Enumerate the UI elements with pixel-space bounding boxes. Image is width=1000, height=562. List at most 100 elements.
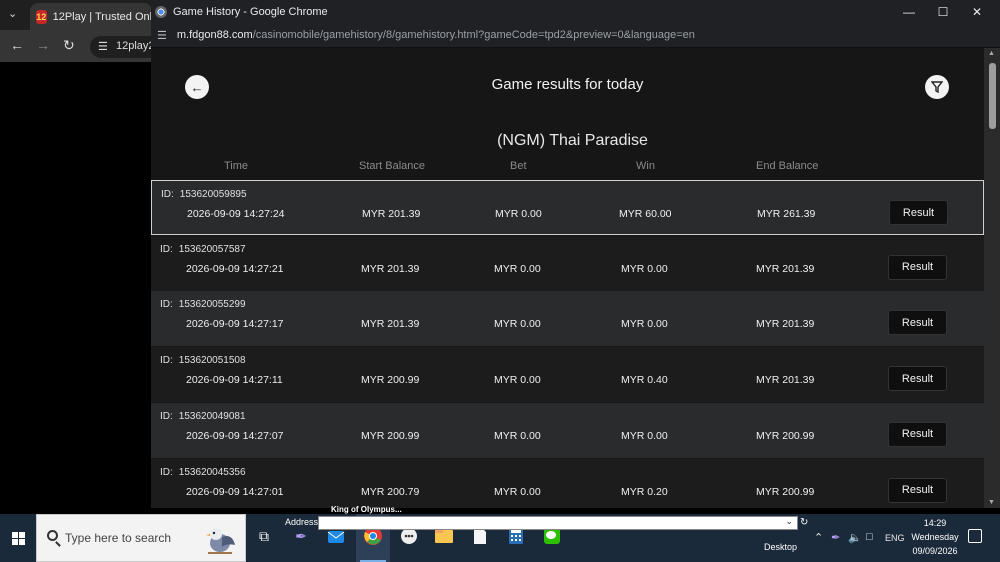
filter-icon[interactable] bbox=[925, 75, 949, 99]
taskbar: Type here to search ⧉ ✒ Address ⌄ ↻ Desk… bbox=[0, 514, 1000, 562]
forward-arrow-icon[interactable]: → bbox=[36, 37, 50, 53]
address-go-icon[interactable]: ↻ bbox=[800, 517, 808, 528]
maximize-icon[interactable]: ☐ bbox=[926, 0, 960, 23]
row-id-value: 153620055299 bbox=[178, 299, 246, 311]
scroll-down-icon[interactable]: ▼ bbox=[988, 499, 995, 506]
row-bet: MYR 0.00 bbox=[494, 318, 541, 331]
url-path: /casinomobile/gamehistory/8/gamehistory.… bbox=[252, 29, 695, 41]
table-row[interactable]: ID: 153620057587 2026-09-09 14:27:21 MYR 20… bbox=[151, 235, 984, 291]
background-tab-title: 12Play | Trusted Online Ca bbox=[52, 10, 152, 23]
chrome-icon bbox=[155, 5, 167, 18]
row-end-balance: MYR 201.39 bbox=[756, 374, 815, 387]
row-end-balance: MYR 201.39 bbox=[756, 318, 815, 331]
task-view-icon[interactable]: ⧉ bbox=[252, 524, 276, 548]
row-end-balance: MYR 200.99 bbox=[756, 429, 815, 442]
volume-icon[interactable]: 🔈 bbox=[848, 531, 862, 544]
row-time: 2026-09-09 14:27:01 bbox=[186, 485, 284, 498]
row-bet: MYR 0.00 bbox=[494, 374, 541, 387]
id-label: ID: bbox=[160, 243, 173, 255]
row-id: ID: 153620045356 bbox=[160, 467, 246, 478]
result-button[interactable]: Result bbox=[888, 310, 947, 336]
scrollbar-thumb[interactable] bbox=[989, 63, 996, 129]
result-button[interactable]: Result bbox=[889, 200, 948, 225]
show-hidden-icons-icon[interactable]: ⌃ bbox=[814, 531, 823, 544]
result-button[interactable]: Result bbox=[888, 366, 947, 392]
page-scrollbar[interactable]: ▲ ▼ bbox=[984, 48, 1000, 508]
table-row[interactable]: ID: 153620049081 2026-09-09 14:27:07 MYR 20… bbox=[151, 402, 984, 458]
notification-center-icon[interactable] bbox=[968, 529, 982, 543]
id-label: ID: bbox=[160, 355, 173, 367]
result-button[interactable]: Result bbox=[888, 254, 947, 280]
table-row[interactable]: ID: 153620045356 2026-09-09 14:27:01 MYR 20… bbox=[151, 458, 984, 508]
result-button[interactable]: Result bbox=[888, 477, 947, 503]
reload-icon[interactable]: ↻ bbox=[63, 37, 75, 54]
column-header-end-balance: End Balance bbox=[756, 160, 819, 172]
row-time: 2026-09-09 14:27:24 bbox=[187, 208, 285, 220]
background-omnibox-text: 12play2 bbox=[116, 40, 155, 52]
row-id: ID: 153620049081 bbox=[160, 411, 246, 422]
row-win: MYR 60.00 bbox=[619, 208, 672, 220]
background-tab[interactable]: 12 12Play | Trusted Online Ca bbox=[30, 3, 152, 30]
row-start-balance: MYR 201.39 bbox=[362, 208, 421, 220]
language-indicator[interactable]: ENG bbox=[885, 533, 905, 543]
start-button[interactable] bbox=[0, 514, 36, 562]
row-win: MYR 0.00 bbox=[621, 429, 668, 442]
clock-day: Wednesday bbox=[911, 532, 959, 542]
column-header-win: Win bbox=[636, 160, 655, 172]
taskbar-search[interactable]: Type here to search bbox=[36, 514, 246, 562]
pen-tray-icon[interactable]: ✒ bbox=[831, 531, 840, 544]
back-arrow-icon[interactable]: ← bbox=[10, 37, 24, 53]
row-id: ID: 153620055299 bbox=[160, 299, 246, 310]
row-id-value: 153620051508 bbox=[178, 355, 246, 367]
search-placeholder: Type here to search bbox=[65, 531, 172, 545]
windows-logo-icon bbox=[11, 531, 25, 545]
id-label: ID: bbox=[161, 189, 174, 200]
pen-app-icon[interactable]: ✒ bbox=[289, 524, 313, 548]
row-win: MYR 0.40 bbox=[621, 374, 668, 387]
behind-window-text: King of Olympus... bbox=[331, 505, 402, 514]
row-time: 2026-09-09 14:27:07 bbox=[186, 429, 284, 442]
column-header-time: Time bbox=[224, 160, 249, 172]
row-end-balance: MYR 201.39 bbox=[756, 262, 815, 275]
game-history-window: Game History - Google Chrome — ☐ ✕ ☰ m.f… bbox=[151, 0, 1000, 508]
address-toolbar-input[interactable]: ⌄ bbox=[318, 516, 798, 530]
row-id: ID: 153620059895 bbox=[161, 189, 247, 200]
system-clock[interactable]: 14:29 Wednesday 09/09/2026 bbox=[908, 516, 962, 558]
clock-time: 14:29 bbox=[923, 518, 947, 528]
chevron-down-icon[interactable]: ⌄ bbox=[785, 516, 793, 527]
column-header-bet: Bet bbox=[510, 160, 527, 172]
site-settings-icon[interactable]: ☰ bbox=[98, 40, 108, 53]
table-row[interactable]: ID: 153620059895 2026-09-09 14:27:24 MYR 20… bbox=[151, 180, 984, 235]
network-icon[interactable]: □ bbox=[866, 531, 873, 543]
popup-titlebar: Game History - Google Chrome — ☐ ✕ bbox=[151, 0, 1000, 23]
tab-search-chevron-icon[interactable]: ⌄ bbox=[8, 7, 17, 20]
site-info-icon[interactable]: ☰ bbox=[157, 29, 167, 42]
minimize-icon[interactable]: — bbox=[892, 0, 926, 23]
popup-window-title: Game History - Google Chrome bbox=[173, 5, 328, 18]
url-host: m.fdgon88.com bbox=[176, 29, 253, 41]
table-row[interactable]: ID: 153620051508 2026-09-09 14:27:11 MYR 20… bbox=[151, 347, 984, 403]
row-id-value: 153620045356 bbox=[178, 466, 246, 478]
row-id: ID: 153620057587 bbox=[160, 244, 246, 255]
row-end-balance: MYR 261.39 bbox=[757, 208, 816, 220]
table-row[interactable]: ID: 153620055299 2026-09-09 14:27:17 MYR 20… bbox=[151, 291, 984, 347]
result-button[interactable]: Result bbox=[888, 421, 947, 447]
12play-favicon: 12 bbox=[36, 9, 47, 24]
row-time: 2026-09-09 14:27:17 bbox=[186, 318, 284, 331]
scroll-up-icon[interactable]: ▲ bbox=[988, 50, 995, 57]
close-icon[interactable]: ✕ bbox=[960, 0, 994, 23]
background-omnibox[interactable]: ☰ 12play2 bbox=[90, 36, 155, 58]
id-label: ID: bbox=[160, 466, 173, 478]
row-end-balance: MYR 200.99 bbox=[756, 485, 815, 498]
row-start-balance: MYR 201.39 bbox=[361, 262, 420, 275]
game-history-page: ← Game results for today (NGM) Thai Para… bbox=[151, 48, 984, 508]
game-name: (NGM) Thai Paradise bbox=[497, 132, 648, 149]
id-label: ID: bbox=[160, 299, 173, 311]
page-title: Game results for today bbox=[491, 76, 644, 93]
popup-address-bar[interactable]: ☰ m.fdgon88.com/casinomobile/gamehistory… bbox=[151, 23, 1000, 48]
desktop-toolbar-label[interactable]: Desktop bbox=[764, 542, 797, 552]
column-header-start-balance: Start Balance bbox=[359, 160, 426, 172]
clock-date: 09/09/2026 bbox=[912, 546, 958, 556]
row-start-balance: MYR 200.99 bbox=[361, 374, 420, 387]
address-toolbar-label: Address bbox=[285, 517, 319, 527]
